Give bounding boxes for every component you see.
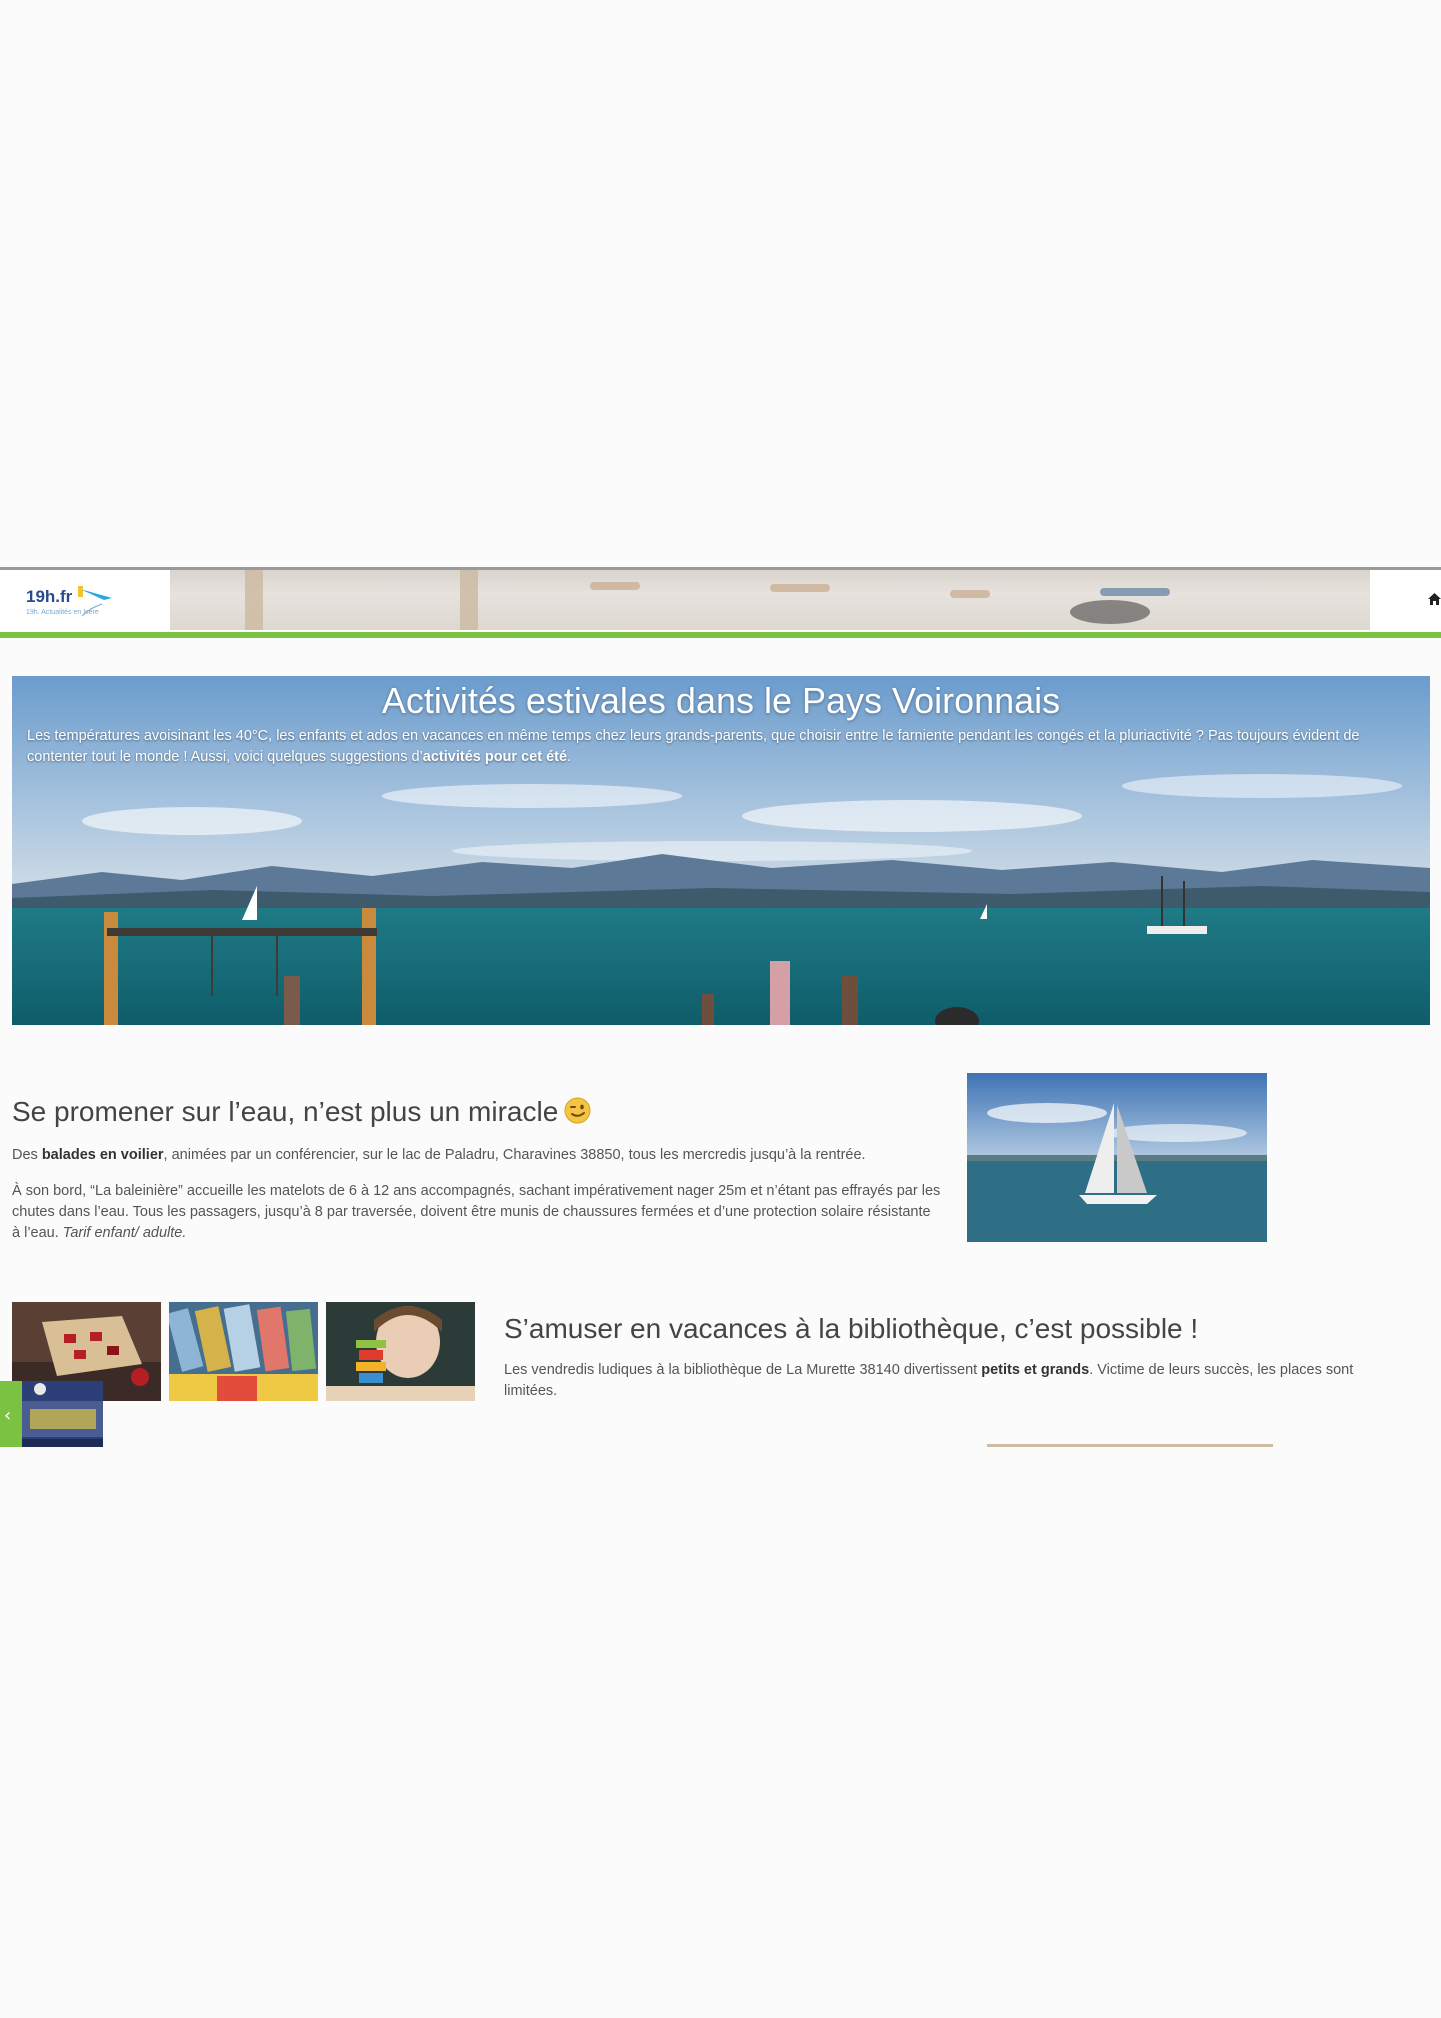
- logo-text: 19h.fr: [26, 587, 73, 606]
- banner-bag: [1070, 600, 1150, 624]
- header-accent-bar: [0, 632, 1441, 638]
- paragraph-emphasis: balades en voilier: [41, 1147, 164, 1163]
- hero-intro-text: Les températures avoisinant les 40°C, le…: [27, 726, 1422, 768]
- paper-plane-icon: [78, 586, 112, 617]
- paragraph-text: , animées par un conférencier, sur le la…: [163, 1147, 866, 1163]
- child-playing-illustration: [326, 1302, 475, 1401]
- section-library-paragraph-1: Les vendredis ludiques à la bibliothèque…: [504, 1360, 1404, 1402]
- banner-people: [770, 584, 830, 592]
- intro-end: .: [567, 749, 572, 765]
- child-playing-image[interactable]: [326, 1302, 475, 1401]
- banner-people: [950, 590, 990, 598]
- books-image[interactable]: [169, 1302, 318, 1401]
- intro-text: Les températures avoisinant les 40°C, le…: [27, 728, 1360, 765]
- intro-emphasis: activités pour cet été: [422, 749, 568, 765]
- section-heading-water: Se promener sur l’eau, n’est plus un mir…: [12, 1096, 591, 1128]
- previous-article-button[interactable]: ‹: [0, 1381, 22, 1447]
- header-banner-image: [170, 570, 1370, 630]
- banner-people: [1100, 588, 1170, 596]
- sailboat-image[interactable]: [967, 1073, 1267, 1242]
- paragraph-text: Les vendredis ludiques à la bibliothèque…: [504, 1362, 982, 1378]
- paragraph-italic: Tarif enfant/ adulte.: [62, 1225, 187, 1241]
- books-illustration: [169, 1302, 318, 1401]
- paragraph-text: Des: [12, 1147, 42, 1163]
- paragraph-emphasis: petits et grands: [981, 1362, 1090, 1378]
- section-water-paragraph-2: À son bord, “La baleinière” accueille le…: [12, 1181, 942, 1244]
- section-water-paragraph-1: Des balades en voilier, animées par un c…: [12, 1145, 942, 1166]
- section-heading-library: S’amuser en vacances à la bibliothèque, …: [504, 1313, 1199, 1344]
- previous-article-thumbnail[interactable]: [22, 1381, 103, 1447]
- section-heading-text: Se promener sur l’eau, n’est plus un mir…: [12, 1096, 559, 1127]
- home-icon[interactable]: [1428, 592, 1441, 606]
- banner-pole: [245, 570, 263, 630]
- banner-people: [590, 582, 640, 590]
- banner-pole: [460, 570, 478, 630]
- hero-banner: Activités estivales dans le Pays Voironn…: [12, 676, 1430, 1025]
- wink-emoji-icon: [564, 1097, 591, 1124]
- page-title: Activités estivales dans le Pays Voironn…: [381, 680, 1061, 721]
- sailboat-illustration: [967, 1073, 1267, 1242]
- previous-article-illustration: [22, 1381, 103, 1447]
- site-logo[interactable]: 19h.fr 19h. Actualités en Isère: [14, 583, 124, 633]
- chevron-left-icon: ‹: [4, 1405, 12, 1426]
- next-image-edge: [987, 1444, 1273, 1447]
